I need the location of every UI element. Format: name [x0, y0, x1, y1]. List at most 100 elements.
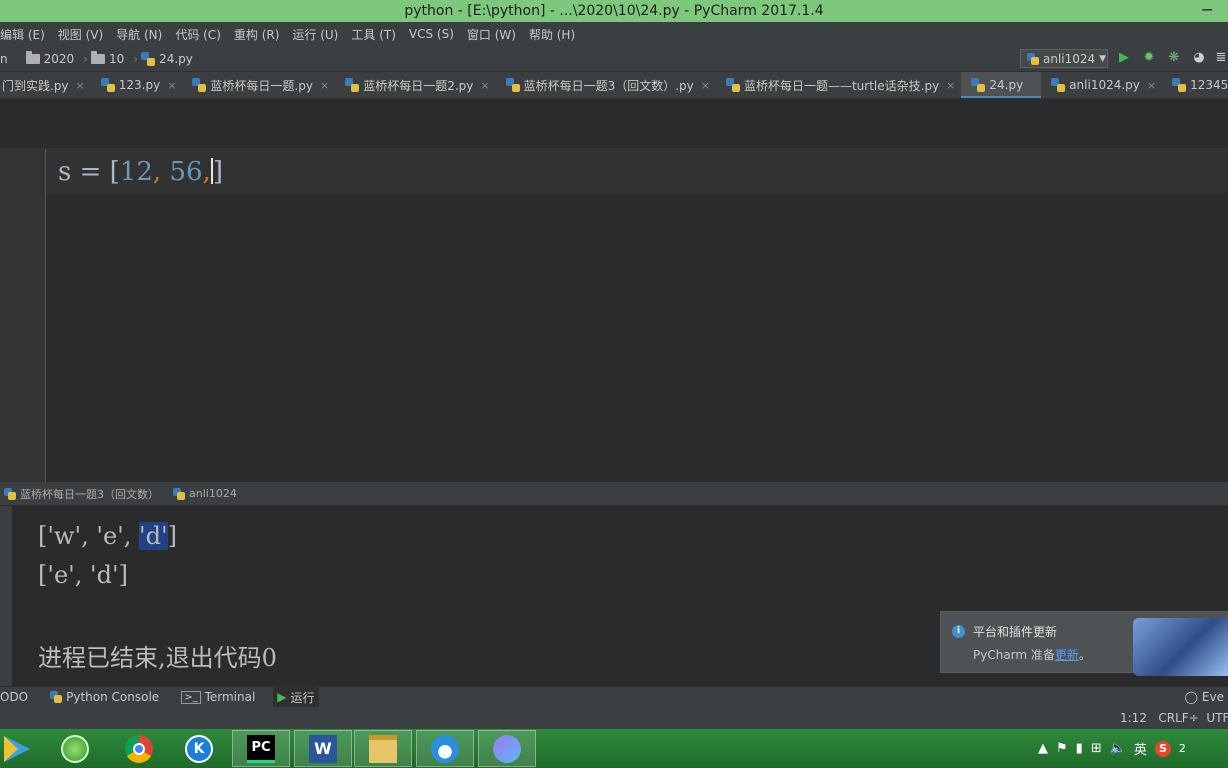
tab-label: 蓝桥杯每日一题2.py — [363, 78, 474, 93]
sogou-icon[interactable]: S — [1154, 740, 1171, 757]
kugou-icon: K — [185, 734, 213, 763]
tab-file[interactable]: anli1024.py × — [1041, 72, 1162, 98]
taskbar-file-explorer[interactable] — [354, 730, 412, 767]
taskbar-360-browser[interactable] — [46, 730, 104, 767]
taskbar-chrome[interactable] — [110, 730, 168, 767]
menu-run[interactable]: 运行 (U) — [285, 26, 344, 43]
close-icon[interactable]: × — [320, 79, 329, 92]
event-log-toolwindow[interactable]: ◯ Eve — [1180, 687, 1228, 708]
run-tab-label: anli1024 — [189, 487, 237, 500]
settings-icon[interactable]: ≣ — [1214, 51, 1228, 65]
profile-icon[interactable]: ◕ — [1192, 51, 1206, 65]
breadcrumb-lead[interactable]: n — [0, 52, 8, 66]
python-file-icon — [725, 78, 740, 92]
toolwindow-label: ODO — [0, 690, 29, 704]
code-bracket: ] — [212, 157, 223, 187]
run-tab[interactable]: 蓝桥杯每日一题3（回文数） — [4, 486, 159, 502]
close-icon[interactable]: × — [946, 79, 955, 92]
file-encoding[interactable]: UTF- — [1206, 711, 1228, 725]
menu-vcs[interactable]: VCS (S) — [402, 27, 460, 41]
folder-icon — [369, 734, 397, 763]
run-with-coverage-icon[interactable]: ❋ — [1167, 51, 1181, 65]
current-line-highlight — [46, 149, 1228, 193]
taskbar-qq-browser[interactable] — [416, 730, 474, 767]
close-icon[interactable]: × — [480, 79, 489, 92]
breadcrumb-folder-10[interactable]: 10 — [90, 50, 124, 66]
run-tab[interactable]: anli1024 — [173, 487, 237, 500]
terminal-icon: >_ — [181, 690, 201, 704]
run-toolwindow[interactable]: ▶ 运行 — [273, 686, 319, 708]
terminal-toolwindow[interactable]: >_ Terminal — [177, 687, 259, 708]
chrome-icon — [125, 734, 153, 763]
breadcrumb-file[interactable]: 24.py — [141, 51, 193, 66]
info-icon: i — [952, 625, 965, 638]
tab-file[interactable]: 蓝桥杯每日一题3（回文数）.py × — [496, 72, 716, 98]
navigation-bar: n 2020 › 10 › 24.py anli1024 ▼ ▶ ✹ ❋ ◕ ≣ — [0, 46, 1228, 72]
ime-indicator[interactable]: 英 — [1134, 739, 1147, 758]
close-icon[interactable]: × — [167, 79, 176, 92]
tab-file[interactable]: 蓝桥杯每日一题——turtle话杂技.py × — [716, 72, 961, 98]
toolwindow-label: Eve — [1201, 690, 1224, 704]
menu-window[interactable]: 窗口 (W) — [460, 26, 522, 43]
menu-view[interactable]: 视图 (V) — [51, 26, 109, 43]
status-bar: 1:12 CRLF÷ UTF- — [0, 707, 1228, 729]
tab-file[interactable]: 123.py × — [91, 72, 183, 98]
clock[interactable]: 2 — [1179, 742, 1186, 755]
run-configuration-select[interactable]: anli1024 ▼ — [1020, 49, 1108, 68]
debug-icon[interactable]: ✹ — [1142, 51, 1156, 65]
taskbar-cloud-app[interactable] — [478, 730, 536, 767]
folder-icon — [90, 50, 105, 64]
caret-position[interactable]: 1:12 — [1120, 711, 1147, 725]
mascot-image — [1133, 618, 1228, 676]
code-operator: = — [71, 157, 110, 187]
tab-label: 蓝桥杯每日一题3（回文数）.py — [523, 78, 694, 93]
minimize-button[interactable]: − — [1201, 0, 1214, 19]
tray-expand-icon[interactable]: ▲ — [1038, 741, 1048, 756]
update-notification[interactable]: i 平台和插件更新 PyCharm 准备更新。 — [940, 611, 1228, 676]
toolwindow-label: 运行 — [290, 690, 315, 705]
tab-file[interactable]: 门到实践.py × — [0, 72, 91, 98]
editor-blank-area — [0, 99, 1228, 149]
tab-file[interactable]: 12345.py — [1162, 72, 1228, 98]
run-configuration-label: anli1024 — [1043, 51, 1096, 66]
tab-file[interactable]: 蓝桥杯每日一题2.py × — [335, 72, 495, 98]
event-log-icon: ◯ — [1184, 690, 1198, 704]
flag-icon[interactable]: ⚑ — [1056, 741, 1068, 756]
network-icon[interactable]: ⊞ — [1091, 741, 1102, 756]
notification-body: PyCharm 准备更新。 — [973, 646, 1091, 663]
run-toolbar — [0, 506, 12, 686]
breadcrumb-label: 2020 — [43, 51, 75, 66]
tab-label: 24.py — [989, 78, 1024, 92]
menu-code[interactable]: 代码 (C) — [168, 26, 227, 43]
line-separator[interactable]: CRLF÷ — [1158, 711, 1198, 725]
menu-refactor[interactable]: 重构 (R) — [227, 26, 286, 43]
menu-navigate[interactable]: 导航 (N) — [109, 26, 168, 43]
tab-label: 123.py — [118, 78, 161, 92]
update-link[interactable]: 更新 — [1055, 648, 1079, 662]
python-file-icon — [192, 78, 207, 92]
volume-icon[interactable]: 🔈 — [1110, 741, 1126, 756]
tab-file[interactable]: 蓝桥杯每日一题.py × — [182, 72, 335, 98]
menu-tools[interactable]: 工具 (T) — [344, 26, 402, 43]
tab-label: 门到实践.py — [2, 78, 69, 93]
taskbar-pycharm[interactable]: PC — [232, 730, 290, 767]
run-icon[interactable]: ▶ — [1117, 51, 1131, 65]
close-icon[interactable]: × — [1147, 79, 1156, 92]
taskbar-kugou[interactable]: K — [170, 730, 228, 767]
close-icon[interactable]: × — [701, 79, 710, 92]
close-icon[interactable]: × — [76, 79, 85, 92]
python-console-toolwindow[interactable]: Python Console — [46, 687, 163, 708]
media-player-icon[interactable] — [0, 732, 34, 766]
menu-edit[interactable]: 编辑 (E) — [0, 26, 51, 43]
browser-360-icon — [61, 734, 89, 763]
run-panel-header: 蓝桥杯每日一题3（回文数） anli1024 — [0, 482, 1228, 506]
code-line[interactable]: s = [12, 56,] — [58, 157, 223, 187]
todo-toolwindow[interactable]: ODO — [0, 687, 32, 708]
code-editor[interactable]: s = [12, 56,] — [46, 149, 1228, 482]
taskbar-word[interactable]: W — [294, 730, 352, 767]
system-tray: ▲ ⚑ ▮ ⊞ 🔈 英 S 2 — [1038, 739, 1186, 758]
menu-help[interactable]: 帮助 (H) — [522, 26, 581, 43]
tab-active-file[interactable]: 24.py — [961, 72, 1042, 98]
battery-icon[interactable]: ▮ — [1076, 741, 1083, 756]
breadcrumb-folder-2020[interactable]: 2020 — [25, 50, 75, 66]
